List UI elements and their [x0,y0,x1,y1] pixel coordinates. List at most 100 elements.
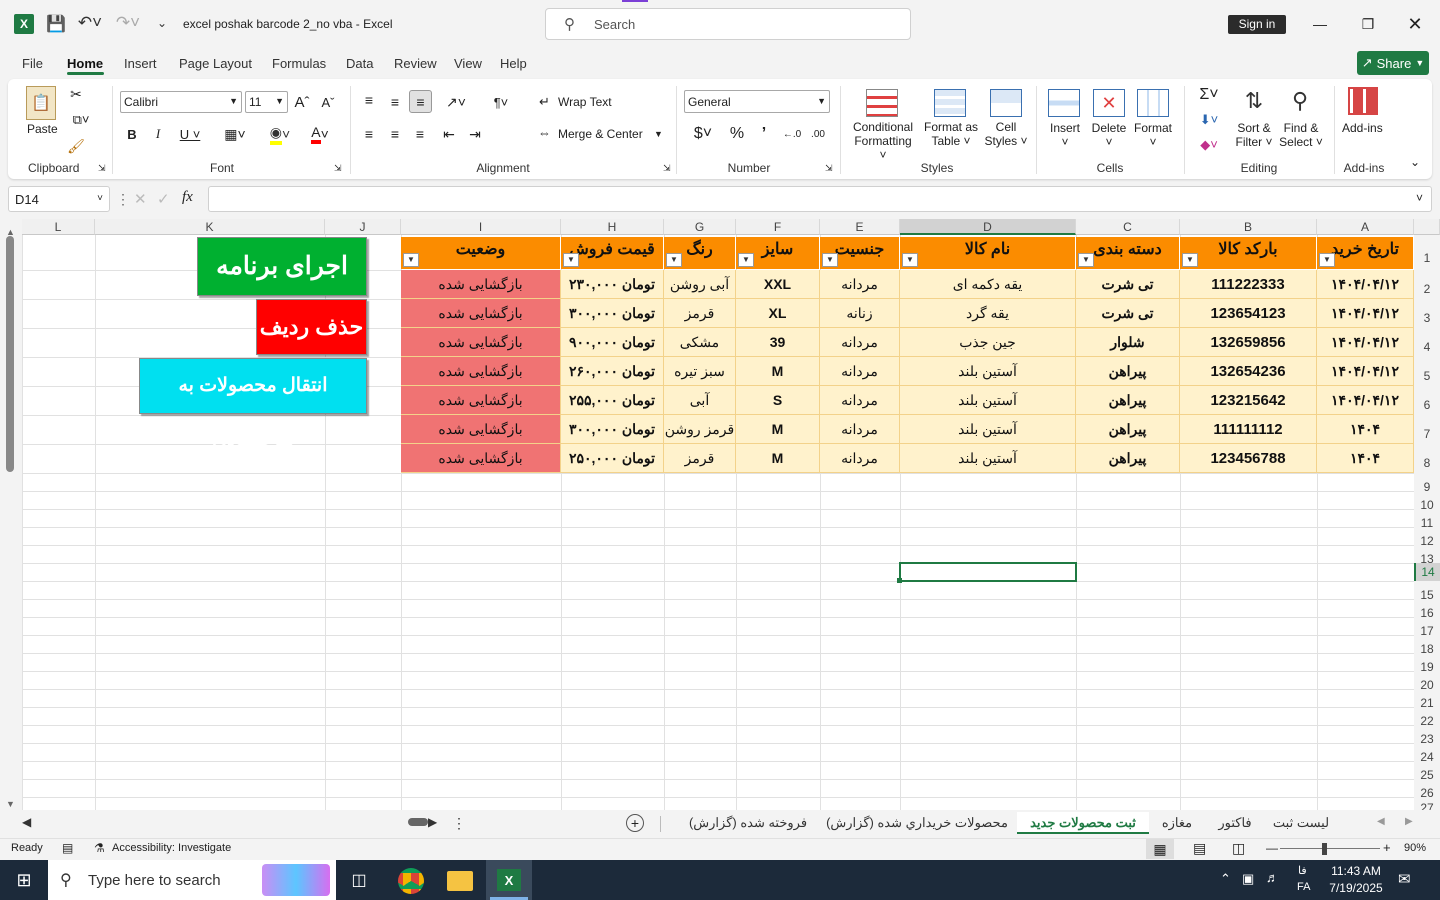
column-header[interactable]: K [95,219,325,235]
column-header[interactable]: I [401,219,561,235]
table-cell[interactable]: 123456788 [1180,444,1317,473]
table-cell[interactable]: 39 [736,328,820,357]
search-box[interactable]: ⚲ Search [545,8,911,40]
sheet-tab-shop[interactable]: مغازه [1152,812,1202,834]
table-cell[interactable]: M [736,415,820,444]
filter-dropdown-icon[interactable]: ▼ [666,253,682,267]
table-cell[interactable]: بازگشایی شده [401,357,561,386]
zoom-in-icon[interactable]: + [1383,840,1391,855]
wrap-text-icon[interactable]: ↵ [539,94,550,110]
tab-help[interactable]: Help [500,56,527,71]
table-cell[interactable]: XXL [736,270,820,299]
sheet-tab-invoice[interactable]: فاکتور [1206,812,1264,834]
table-cell[interactable]: ۱۴۰۴/۰۴/۱۲ [1317,357,1414,386]
sheet-tab-purchased-report[interactable]: محصولات خریداري شده (گزارش) [822,812,1012,834]
table-cell[interactable]: مردانه [820,328,900,357]
row-header[interactable]: 23 [1414,725,1440,746]
table-cell[interactable]: سبز تیره [664,357,736,386]
table-cell[interactable]: تی شرت [1076,270,1180,299]
decrease-decimal-icon[interactable]: .00 [807,124,829,144]
table-cell[interactable]: قرمز [664,299,736,328]
column-header[interactable]: E [820,219,900,235]
orientation-icon[interactable]: ↗˅ [441,92,471,112]
input-language-fa[interactable]: فا [1298,864,1307,877]
table-cell[interactable]: M [736,444,820,473]
autosum-icon[interactable]: Σ˅ [1194,86,1224,104]
dialog-launcher-icon[interactable]: ⇲ [334,163,342,174]
table-cell[interactable]: ۱۴۰۴/۰۴/۱۲ [1317,270,1414,299]
font-color-icon[interactable]: A ˅ [304,124,336,144]
table-cell[interactable]: ۲۵۵,۰۰۰ تومان [561,386,664,415]
filter-dropdown-icon[interactable]: ▼ [1078,253,1094,267]
increase-decimal-icon[interactable]: ←.0 [781,124,803,144]
tab-file[interactable]: File [22,56,43,71]
tab-review[interactable]: Review [394,56,437,71]
row-header[interactable]: 1 [1414,237,1440,270]
table-cell[interactable]: S [736,386,820,415]
currency-icon[interactable]: $˅ [688,124,718,144]
row-header[interactable]: 9 [1414,473,1440,494]
table-cell[interactable]: جین جذب [900,328,1076,357]
delete-row-button[interactable]: حذف ردیف [256,299,367,355]
cut-icon[interactable]: ✂ [67,85,85,103]
font-size-select[interactable]: 11 ▼ [245,91,288,113]
delete-cells-icon[interactable]: ✕ [1093,89,1125,117]
table-cell[interactable]: یقه گرد [900,299,1076,328]
table-cell[interactable]: یقه دکمه ای [900,270,1076,299]
row-header[interactable]: 16 [1414,599,1440,620]
row-header[interactable]: 25 [1414,761,1440,782]
insert-cells-icon[interactable] [1048,89,1080,117]
row-header[interactable]: 2 [1414,270,1440,299]
column-header[interactable]: B [1180,219,1317,235]
table-cell[interactable]: مردانه [820,386,900,415]
transfer-to-inventory-button[interactable]: انتقال محصولات به موجـــودی [139,358,367,450]
column-header[interactable]: H [561,219,664,235]
dialog-launcher-icon[interactable]: ⇲ [825,163,833,174]
run-program-button[interactable]: اجرای برنامه [197,237,367,296]
add-ins-icon[interactable] [1348,87,1378,115]
align-middle-icon[interactable]: ≡ [385,92,405,112]
tabs-next-icon[interactable]: ▶ [1405,816,1413,827]
increase-indent-icon[interactable]: ⇥ [465,124,485,144]
table-cell[interactable]: ۲۵۰,۰۰۰ تومان [561,444,664,473]
sort-filter-button[interactable]: Sort & Filter ˅ [1232,121,1276,149]
table-cell[interactable]: 132659856 [1180,328,1317,357]
bold-icon[interactable]: B [124,124,140,144]
sheet-tab-list[interactable]: لیست ثبت [1266,812,1336,834]
row-header[interactable]: 24 [1414,743,1440,764]
conditional-formatting-icon[interactable] [866,89,898,117]
column-header[interactable]: C [1076,219,1180,235]
redo-icon[interactable]: ↷˅ [114,13,142,33]
cell-styles-icon[interactable] [990,89,1022,117]
zoom-slider-thumb[interactable] [1322,843,1327,855]
tabs-prev-icon[interactable]: ◀ [1377,816,1385,827]
underline-icon[interactable]: U ˅ [175,124,205,144]
input-language[interactable]: FA [1297,881,1310,893]
format-cells-button[interactable]: Format ˅ [1132,121,1174,149]
tab-formulas[interactable]: Formulas [272,56,326,71]
tab-data[interactable]: Data [346,56,373,71]
table-cell[interactable]: 123215642 [1180,386,1317,415]
table-cell[interactable]: آستین بلند [900,386,1076,415]
table-cell[interactable]: 132654236 [1180,357,1317,386]
table-cell[interactable]: M [736,357,820,386]
page-layout-view-icon[interactable]: ▤ [1193,840,1206,857]
filter-dropdown-icon[interactable]: ▼ [822,253,838,267]
percent-icon[interactable]: % [727,124,747,144]
table-cell[interactable]: XL [736,299,820,328]
clear-icon[interactable]: ◆˅ [1194,136,1224,154]
dialog-launcher-icon[interactable]: ⇲ [98,163,106,174]
table-cell[interactable]: بازگشایی شده [401,386,561,415]
windows-start-icon[interactable]: ⊞ [12,868,36,892]
copy-icon[interactable]: ⧉˅ [67,111,95,129]
table-cell[interactable]: آبی [664,386,736,415]
row-header[interactable]: 13 [1414,545,1440,566]
table-cell[interactable]: ۳۰۰,۰۰۰ تومان [561,299,664,328]
more-icon[interactable]: ⋮ [452,815,466,832]
table-cell[interactable]: آستین بلند [900,357,1076,386]
shrink-font-icon[interactable]: Aˇ [319,92,337,112]
table-cell[interactable]: آستین بلند [900,415,1076,444]
merge-center-button[interactable]: Merge & Center [558,127,643,141]
filter-dropdown-icon[interactable]: ▼ [563,253,579,267]
table-cell[interactable]: ۱۴۰۴/۰۴/۱۲ [1317,299,1414,328]
